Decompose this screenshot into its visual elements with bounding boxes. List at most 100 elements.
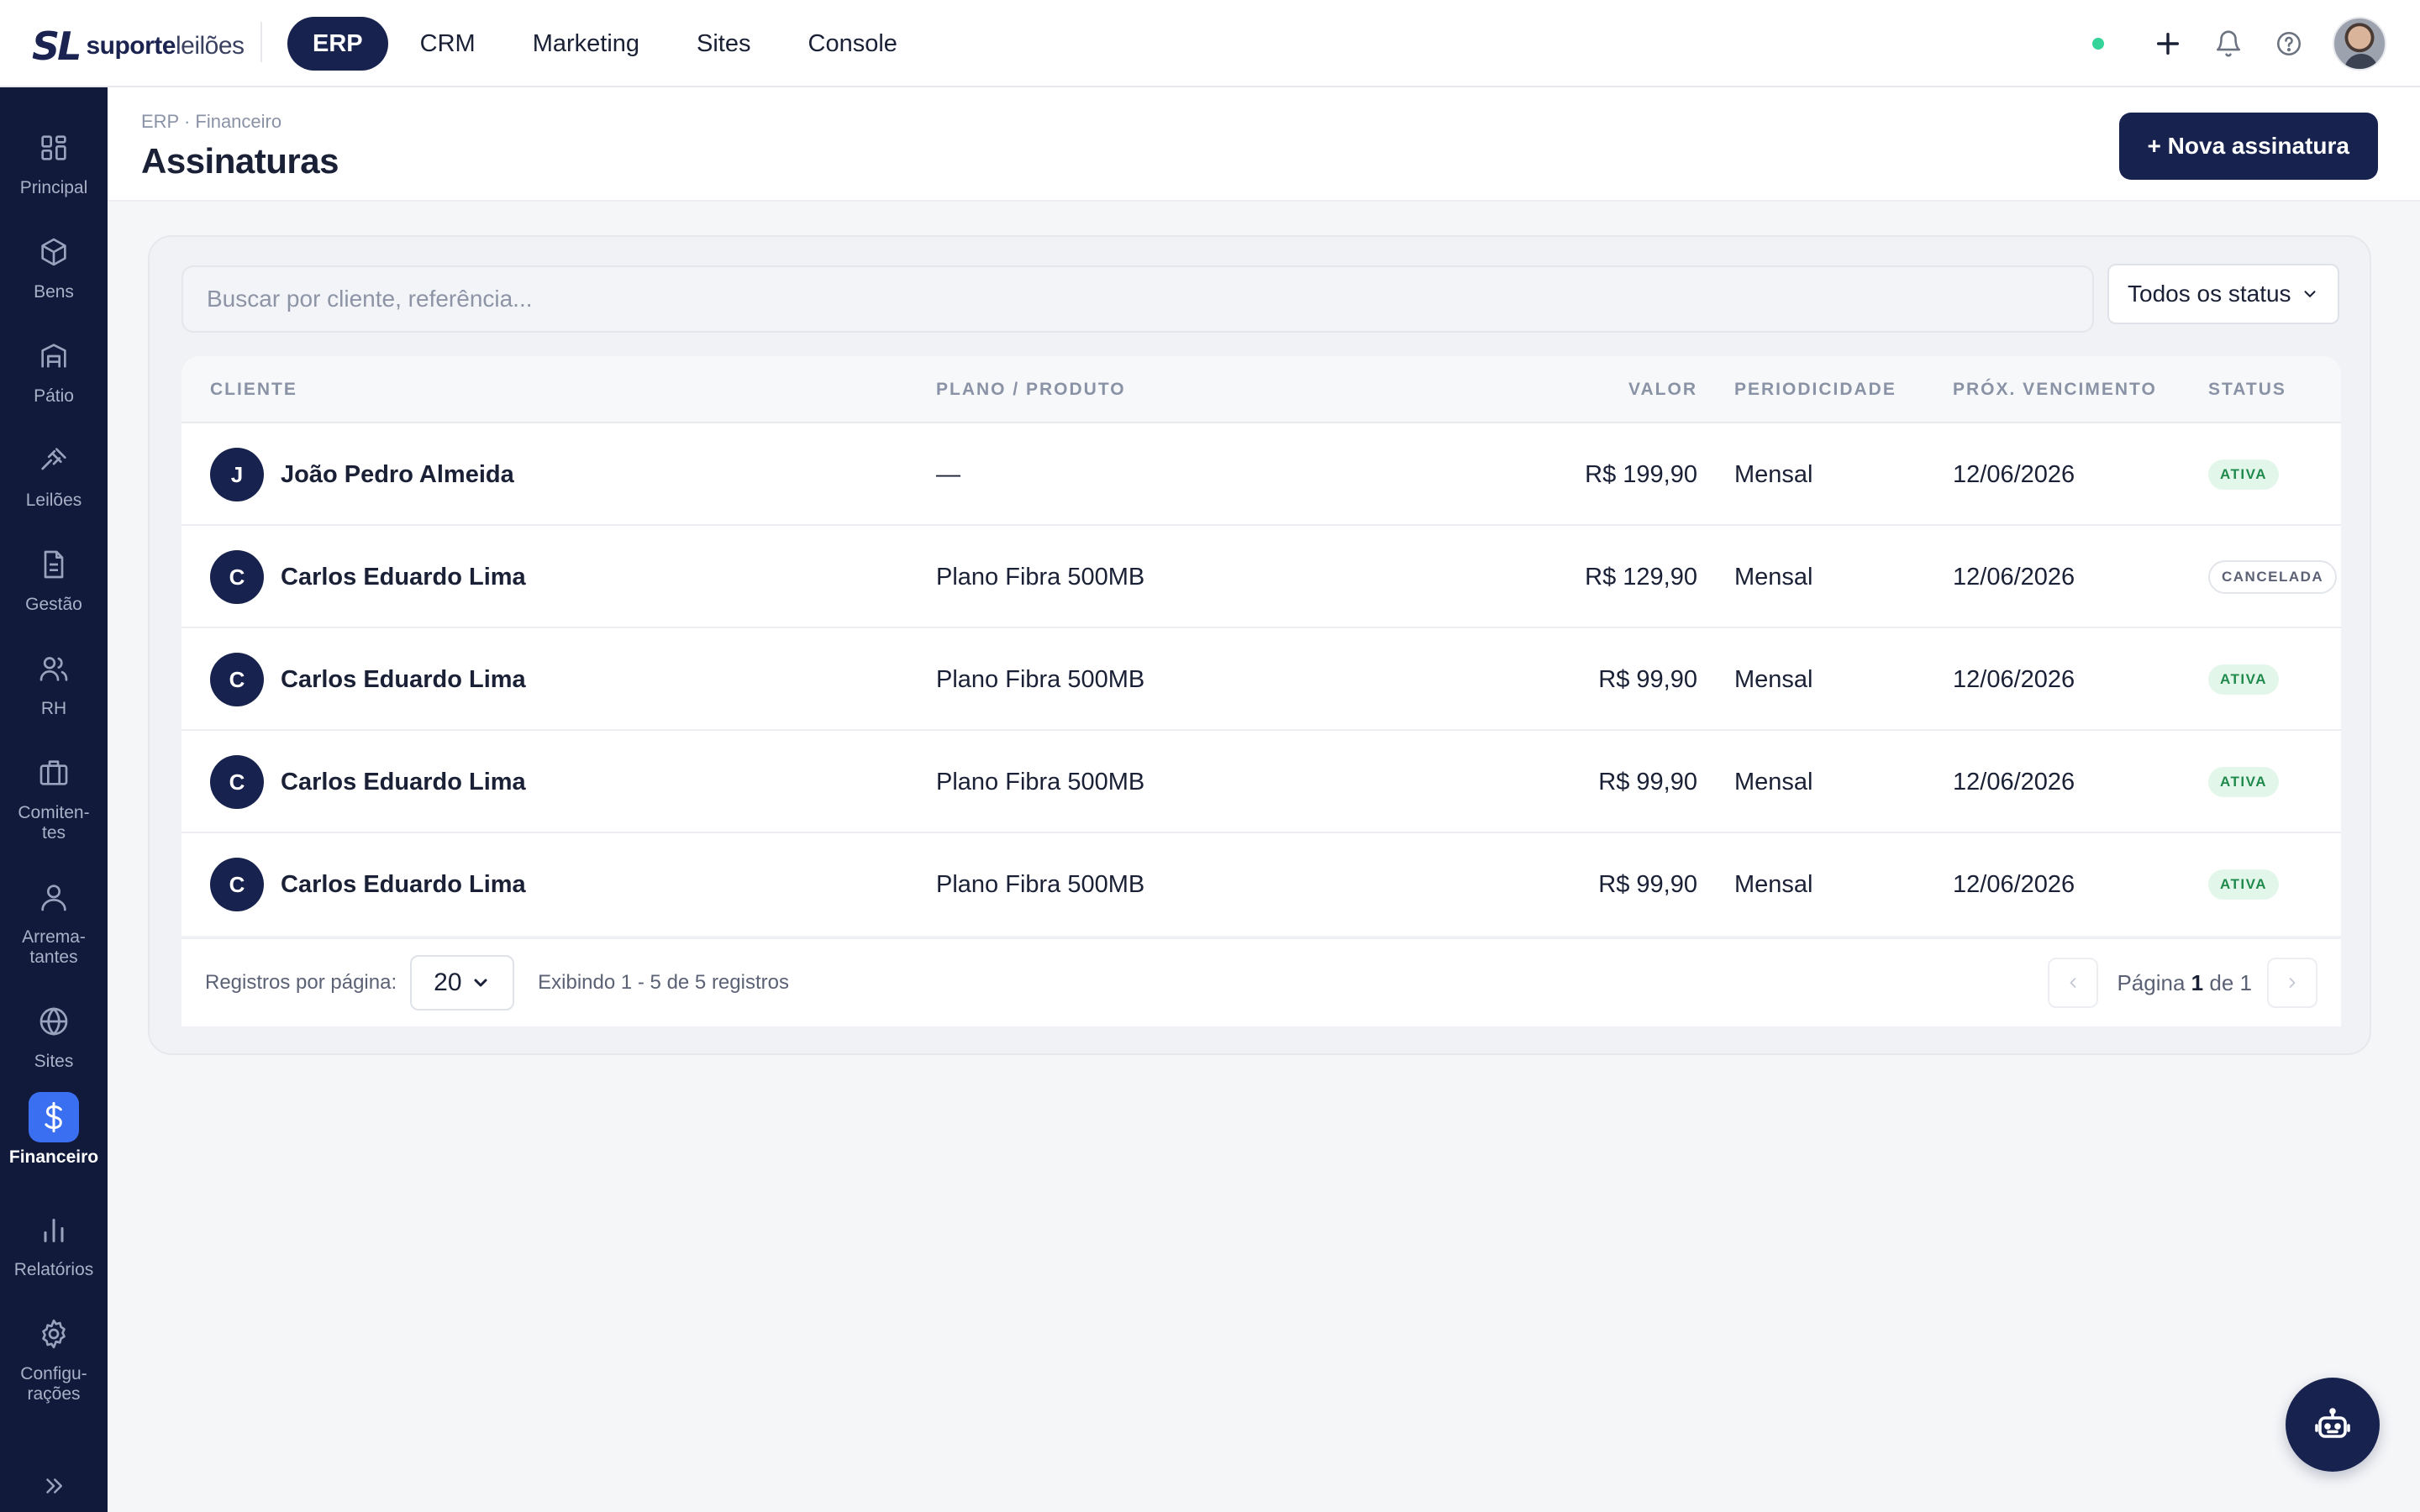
sidebar-item-arrematantes[interactable]: Arrema- tantes [0,872,108,968]
column-header-vencimento[interactable]: Próx. Vencimento [1953,380,2157,400]
sidebar-item-label: Arrema- tantes [22,927,86,967]
sidebar-item-gestao[interactable]: Gestão [0,539,108,615]
brand-logo[interactable]: SL suporteleilões [32,24,245,69]
top-bar: SL suporteleilões ERP CRM Marketing Site… [0,0,2420,87]
client-cell: J João Pedro Almeida [210,423,514,526]
sidebar-item-financeiro[interactable]: Financeiro [0,1092,108,1168]
nav-tab-sites[interactable]: Sites [671,17,776,71]
column-header-plano[interactable]: Plano / Produto [936,380,1126,400]
sidebar-item-label: Comiten- tes [18,803,90,843]
user-avatar[interactable] [2333,17,2386,71]
gavel-icon [29,435,79,486]
logo-mark: SL [32,24,82,69]
bar-chart-icon [29,1205,79,1255]
client-name[interactable]: Carlos Eduardo Lima [281,666,526,694]
client-cell: C Carlos Eduardo Lima [210,628,526,731]
gear-icon [29,1309,79,1359]
user-icon [29,872,79,922]
document-icon [29,539,79,590]
client-cell: C Carlos Eduardo Lima [210,731,526,833]
client-name[interactable]: Carlos Eduardo Lima [281,769,526,796]
sidebar-expand-button[interactable] [0,1473,108,1499]
search-input[interactable] [182,265,2094,333]
users-icon [29,643,79,694]
nav-tab-marketing[interactable]: Marketing [508,17,665,71]
sidebar-item-sites[interactable]: Sites [0,996,108,1072]
page-header: ERP · Financeiro Assinaturas + Nova assi… [108,87,2420,202]
table-row[interactable]: C Carlos Eduardo Lima Plano Fibra 500MB … [182,833,2341,936]
plan-cell: Plano Fibra 500MB [936,563,1145,591]
table-row[interactable]: J João Pedro Almeida — R$ 199,90 Mensal … [182,423,2341,526]
grid-icon [29,123,79,173]
new-subscription-button[interactable]: + Nova assinatura [2118,113,2378,180]
plan-cell: Plano Fibra 500MB [936,870,1145,898]
client-name[interactable]: Carlos Eduardo Lima [281,564,526,591]
client-name[interactable]: Carlos Eduardo Lima [281,871,526,899]
sidebar-item-leiloes[interactable]: Leilões [0,435,108,511]
sidebar-item-label: RH [40,699,67,718]
due-date-cell: 12/06/2026 [1953,665,2075,693]
per-page-value: 20 [434,969,462,996]
sidebar-item-label: Pátio [34,386,74,406]
table-row[interactable]: C Carlos Eduardo Lima Plano Fibra 500MB … [182,731,2341,833]
robot-icon [2315,1408,2350,1438]
sidebar-item-label: Bens [34,282,74,302]
value-cell: R$ 99,90 [1598,665,1697,693]
column-header-cliente[interactable]: Cliente [210,380,297,400]
client-avatar: C [210,858,264,911]
sidebar-item-configuracoes[interactable]: Configu- rações [0,1309,108,1404]
column-header-valor[interactable]: Valor [1628,380,1697,400]
nav-tab-erp[interactable]: ERP [287,17,388,71]
next-page-button[interactable] [2267,958,2317,1008]
assistant-bot-button[interactable] [2286,1378,2380,1472]
top-divider [260,22,262,62]
table-row[interactable]: C Carlos Eduardo Lima Plano Fibra 500MB … [182,526,2341,628]
per-page-select[interactable]: 20 [410,955,515,1011]
client-avatar: C [210,755,264,809]
sidebar-item-label: Sites [34,1052,74,1071]
status-badge: CANCELADA [2208,560,2338,594]
value-cell: R$ 129,90 [1585,563,1697,591]
sidebar-item-label: Configu- rações [20,1364,87,1404]
status-cell: CANCELADA [2208,526,2338,628]
due-date-cell: 12/06/2026 [1953,563,2075,591]
breadcrumb[interactable]: ERP · Financeiro [141,111,281,133]
sidebar-item-relatorios[interactable]: Relatórios [0,1205,108,1280]
prev-page-button[interactable] [2048,958,2099,1008]
pagination: Página 1 de 1 [2048,958,2317,1008]
client-cell: C Carlos Eduardo Lima [210,833,526,936]
notifications-button[interactable] [2198,17,2259,71]
sidebar-item-comitentes[interactable]: Comiten- tes [0,748,108,843]
period-cell: Mensal [1734,665,1813,693]
help-button[interactable] [2259,17,2319,71]
sidebar-item-patio[interactable]: Pátio [0,331,108,407]
sidebar-item-rh[interactable]: RH [0,643,108,719]
add-button[interactable] [2138,17,2198,71]
nav-tab-crm[interactable]: CRM [395,17,501,71]
page-indicator: Página 1 de 1 [2117,969,2252,995]
client-avatar: C [210,550,264,604]
period-cell: Mensal [1734,870,1813,898]
sidebar-item-label: Gestão [25,595,82,614]
box-icon [29,227,79,277]
value-cell: R$ 199,90 [1585,460,1697,488]
sidebar-item-bens[interactable]: Bens [0,227,108,302]
page-title: Assinaturas [141,141,339,181]
table-row[interactable]: C Carlos Eduardo Lima Plano Fibra 500MB … [182,628,2341,731]
plan-cell: Plano Fibra 500MB [936,665,1145,693]
due-date-cell: 12/06/2026 [1953,768,2075,795]
plus-icon [2156,32,2180,55]
column-header-status[interactable]: Status [2208,380,2286,400]
sidebar: Principal Bens Pátio Leilões Gestão RH C… [0,87,108,1512]
chevron-down-icon [474,979,487,987]
status-cell: ATIVA [2208,628,2279,731]
status-filter-select[interactable]: Todos os status [2107,264,2339,324]
nav-tab-console[interactable]: Console [783,17,923,71]
subscriptions-table: Cliente Plano / Produto Valor Periodicid… [182,356,2341,936]
sidebar-item-principal[interactable]: Principal [0,123,108,198]
help-circle-icon [2276,31,2302,56]
client-avatar: C [210,653,264,706]
column-header-periodicidade[interactable]: Periodicidade [1734,380,1897,400]
value-cell: R$ 99,90 [1598,768,1697,795]
client-name[interactable]: João Pedro Almeida [281,461,514,489]
